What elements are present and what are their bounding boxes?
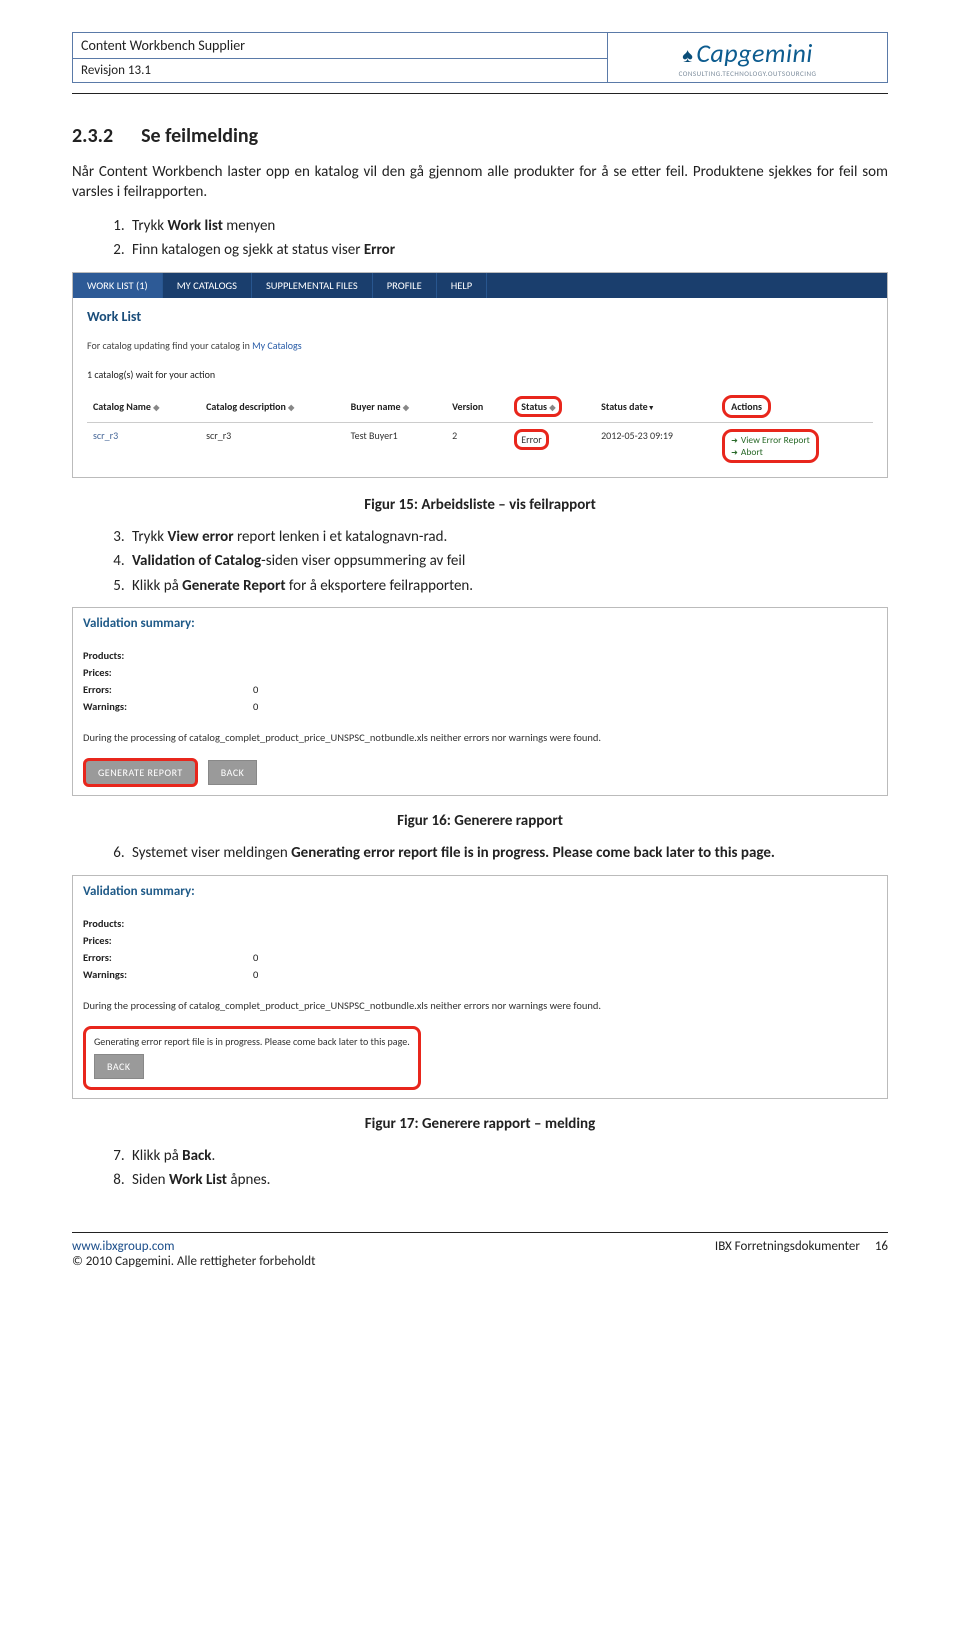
cell-date: 2012-05-23 09:19 [595,422,716,477]
step-7: Klikk på Back. [128,1145,888,1168]
col-status[interactable]: Status ◆ [508,391,595,423]
table-row: scr_r3 scr_r3 Test Buyer1 2 Error 2012-0… [87,422,873,477]
worklist-table: Catalog Name ◆ Catalog description ◆ Buy… [87,391,873,477]
step-4: Validation of Catalog-siden viser oppsum… [128,550,888,573]
validation-title: Validation summary: [83,884,877,899]
abort-link[interactable]: ➜Abort [731,446,810,458]
back-button[interactable]: BACK [208,760,258,785]
intro-paragraph: Når Content Workbench laster opp en kata… [72,162,888,203]
page-number: 16 [875,1239,888,1254]
tab-profile[interactable]: PROFILE [373,273,437,298]
tab-help[interactable]: HELP [437,273,488,298]
cell-buyer: Test Buyer1 [345,422,446,477]
section-heading: 2.3.2 Se feilmelding [72,124,888,148]
logo-subtext: CONSULTING.TECHNOLOGY.OUTSOURCING [679,69,817,78]
doc-revision: Revisjon 13.1 [73,59,607,82]
label-prices: Prices: [83,934,253,947]
step-8: Siden Work List åpnes. [128,1169,888,1192]
label-products: Products: [83,649,253,662]
cell-status: Error [508,422,595,477]
logo-box: ♠Capgemini CONSULTING.TECHNOLOGY.OUTSOUR… [607,33,887,82]
arrow-icon: ➜ [731,448,738,458]
tab-worklist[interactable]: WORK LIST (1) [73,273,163,298]
spade-icon: ♠ [682,44,693,68]
step-2: Finn katalogen og sjekk at status viser … [128,239,888,262]
steps-list-2: Trykk View error report lenken i et kata… [72,526,888,598]
doc-title: Content Workbench Supplier [73,33,607,59]
sort-icon: ◆ [403,403,409,413]
label-prices: Prices: [83,666,253,679]
tab-supplemental[interactable]: SUPPLEMENTAL FILES [252,273,373,298]
validation-title: Validation summary: [83,616,877,631]
worklist-subtitle: For catalog updating find your catalog i… [87,339,873,352]
value-warnings: 0 [253,968,258,981]
col-buyer[interactable]: Buyer name ◆ [345,391,446,423]
doc-header: Content Workbench Supplier Revisjon 13.1… [72,32,888,83]
footer-docname: IBX Forretningsdokumenter [715,1239,860,1254]
col-desc[interactable]: Catalog description ◆ [200,391,345,423]
cell-desc: scr_r3 [200,422,345,477]
screenshot-worklist: WORK LIST (1) MY CATALOGS SUPPLEMENTAL F… [72,272,888,478]
value-errors: 0 [253,951,258,964]
tab-mycatalogs[interactable]: MY CATALOGS [163,273,252,298]
steps-list-3: Systemet viser meldingen Generating erro… [72,842,888,865]
col-version: Version [446,391,508,423]
figure-17-caption: Figur 17: Generere rapport – melding [72,1115,888,1133]
label-warnings: Warnings: [83,700,253,713]
step-3: Trykk View error report lenken i et kata… [128,526,888,549]
section-number: 2.3.2 [72,124,113,148]
label-errors: Errors: [83,683,253,696]
cell-version: 2 [446,422,508,477]
step-6: Systemet viser meldingen Generating erro… [128,842,888,865]
value-warnings: 0 [253,700,258,713]
screenshot-validation-2: Validation summary: Products: Prices: Er… [72,875,888,1099]
sort-icon: ◆ [153,403,159,413]
step-1: Trykk Work list menyen [128,215,888,238]
back-button[interactable]: BACK [94,1054,144,1079]
sort-desc-icon: ▼ [648,403,655,412]
worklist-count: 1 catalog(s) wait for your action [87,368,873,381]
label-warnings: Warnings: [83,968,253,981]
footer-copyright: © 2010 Capgemini. Alle rettigheter forbe… [72,1254,315,1269]
progress-message: Generating error report file is in progr… [94,1035,410,1048]
header-rule [72,93,888,94]
value-errors: 0 [253,683,258,696]
sort-icon: ◆ [288,403,294,413]
screenshot-validation-1: Validation summary: Products: Prices: Er… [72,607,888,796]
view-error-report-link[interactable]: ➜View Error Report [731,434,810,446]
page-footer: www.ibxgroup.com © 2010 Capgemini. Alle … [72,1232,888,1269]
cell-name[interactable]: scr_r3 [87,422,200,477]
mycatalogs-link[interactable]: My Catalogs [252,339,302,352]
figure-16-caption: Figur 16: Generere rapport [72,812,888,830]
section-title: Se feilmelding [141,124,258,148]
worklist-nav: WORK LIST (1) MY CATALOGS SUPPLEMENTAL F… [73,273,887,298]
cell-actions: ➜View Error Report ➜Abort [716,422,873,477]
generate-report-button[interactable]: GENERATE REPORT [83,758,198,787]
footer-url[interactable]: www.ibxgroup.com [72,1239,174,1254]
label-errors: Errors: [83,951,253,964]
label-products: Products: [83,917,253,930]
steps-list-1: Trykk Work list menyen Finn katalogen og… [72,215,888,262]
figure-15-caption: Figur 15: Arbeidsliste – vis feilrapport [72,496,888,514]
worklist-title: Work List [87,308,873,325]
sort-icon: ◆ [549,403,555,413]
col-date[interactable]: Status date▼ [595,391,716,423]
col-name[interactable]: Catalog Name ◆ [87,391,200,423]
arrow-icon: ➜ [731,436,738,446]
validation-note: During the processing of catalog_complet… [83,731,877,744]
col-actions: Actions [716,391,873,423]
validation-note: During the processing of catalog_complet… [83,999,877,1012]
logo-text: ♠Capgemini [679,37,817,69]
step-5: Klikk på Generate Report for å eksporter… [128,575,888,598]
steps-list-4: Klikk på Back. Siden Work List åpnes. [72,1145,888,1192]
